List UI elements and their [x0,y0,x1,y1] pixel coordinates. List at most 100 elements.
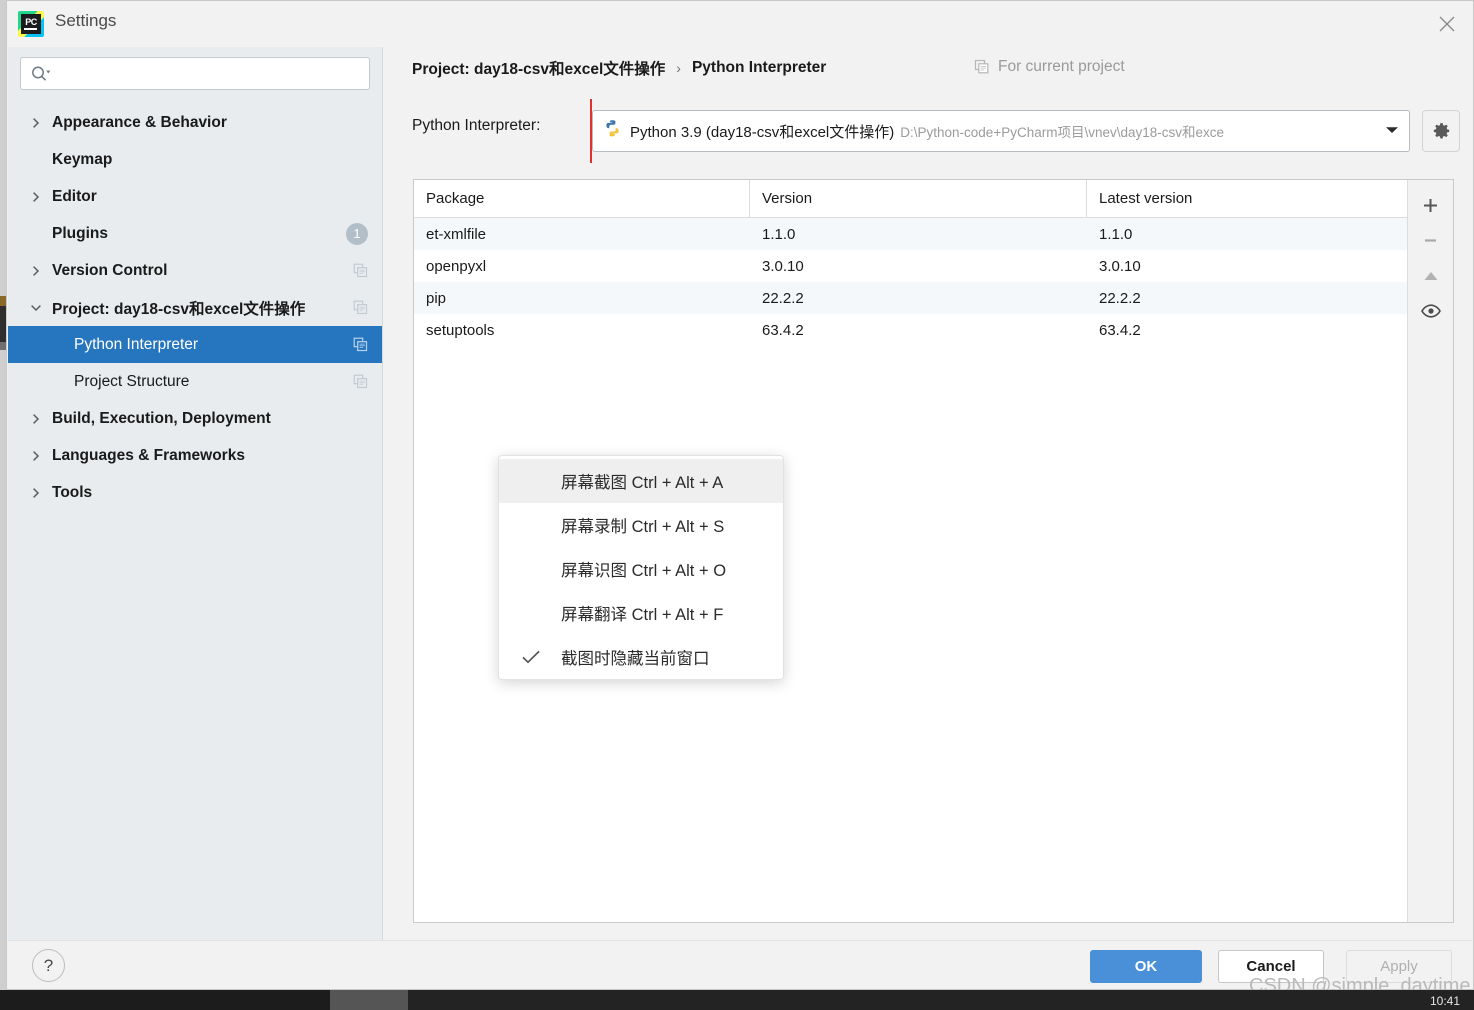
sidebar-item-editor[interactable]: Editor [8,178,382,215]
sidebar-item-label: Languages & Frameworks [52,446,245,464]
copy-icon [353,252,368,289]
column-header-version[interactable]: Version [750,180,1087,217]
remove-package-button[interactable] [1411,223,1451,258]
packages-table-header: Package Version Latest version [414,180,1407,218]
menu-item-label: 屏幕录制 Ctrl + Alt + S [561,518,725,536]
for-current-project-label: For current project [974,58,1125,76]
gear-icon[interactable] [1422,110,1460,152]
cell-latest: 63.4.2 [1099,321,1141,339]
search-box[interactable] [20,57,370,90]
upgrade-package-button[interactable] [1411,258,1451,293]
cancel-button[interactable]: Cancel [1218,950,1324,983]
copy-icon [353,326,368,363]
taskbar-segment-active [330,990,408,1010]
chevron-right-icon[interactable] [30,117,52,129]
sidebar-item-project-day18-csv-excel[interactable]: Project: day18-csv和excel文件操作 [8,289,382,326]
menu-item[interactable]: 屏幕翻译 Ctrl + Alt + F [499,591,783,635]
sidebar-search-wrap [8,47,382,90]
chevron-down-icon [1385,122,1401,140]
menu-item[interactable]: 屏幕识图 Ctrl + Alt + O [499,547,783,591]
table-row[interactable]: openpyxl 3.0.10 3.0.10 [414,250,1407,282]
interpreter-name: Python 3.9 (day18-csv和excel文件操作) [630,123,895,141]
table-row[interactable]: pip 22.2.2 22.2.2 [414,282,1407,314]
screenshot-context-menu: 屏幕截图 Ctrl + Alt + A 屏幕录制 Ctrl + Alt + S 屏幕… [498,455,784,680]
cell-version: 3.0.10 [762,257,804,275]
sidebar-item-appearance-behavior[interactable]: Appearance & Behavior [8,104,382,141]
close-icon[interactable] [1421,1,1473,47]
sidebar-item-label: Keymap [52,150,113,168]
cell-latest: 1.1.0 [1099,225,1133,243]
windows-taskbar: 10:41 [0,990,1474,1010]
sidebar-item-tools[interactable]: Tools [8,474,382,511]
chevron-right-icon[interactable] [30,191,52,203]
sidebar-item-version-control[interactable]: Version Control [8,252,382,289]
cell-latest: 22.2.2 [1099,289,1141,307]
sidebar-item-plugins[interactable]: Plugins 1 [8,215,382,252]
title-bar: PC Settings [7,1,1473,47]
taskbar-segment-left [0,990,330,1010]
column-header-package[interactable]: Package [414,180,750,217]
chevron-right-icon[interactable] [30,487,52,499]
table-row[interactable]: et-xmlfile 1.1.0 1.1.0 [414,218,1407,250]
sidebar-item-keymap[interactable]: Keymap [8,141,382,178]
settings-tree: Appearance & Behavior Keymap Editor Plugins… [8,104,382,511]
search-input[interactable] [61,58,363,89]
apply-button: Apply [1346,950,1452,983]
dialog-footer: ? OK Cancel Apply [8,940,1472,989]
cell-package: pip [426,289,447,307]
sidebar-item-build-execution-deployment[interactable]: Build, Execution, Deployment [8,400,382,437]
chevron-right-icon[interactable] [30,450,52,462]
packages-toolbar [1407,180,1453,922]
interpreter-dropdown[interactable]: Python 3.9 (day18-csv和excel文件操作) D:\Pyth… [592,110,1410,152]
chevron-right-icon[interactable] [30,413,52,425]
sidebar-item-label: Appearance & Behavior [52,113,227,131]
sidebar-item-label: Version Control [52,261,168,279]
add-package-button[interactable] [1411,188,1451,223]
for-current-project-text: For current project [998,58,1125,75]
show-early-releases-button[interactable] [1411,293,1451,328]
interpreter-path: D:\Python-code+PyCharm项目\vnev\day18-csv和… [900,125,1225,140]
menu-item[interactable]: 截图时隐藏当前窗口 [499,635,783,679]
taskbar-clock: 10:41 [1429,994,1460,1008]
sidebar-item-label: Build, Execution, Deployment [52,409,271,427]
cell-version: 22.2.2 [762,289,804,307]
check-icon [521,649,561,665]
sidebar-item-label: Project: day18-csv和excel文件操作 [52,300,306,318]
screen-root: PC Settings Appearance & Behavior Keymap… [0,0,1474,1010]
help-button[interactable]: ? [32,949,65,982]
pycharm-logo-icon: PC [18,11,44,37]
breadcrumb: Project: day18-csv和excel文件操作 › Python In… [412,57,826,79]
window-title: Settings [55,11,117,30]
copy-icon [974,59,990,75]
sidebar-item-project-structure[interactable]: Project Structure [8,363,382,400]
sidebar-item-languages-frameworks[interactable]: Languages & Frameworks [8,437,382,474]
plugins-update-badge: 1 [346,215,368,252]
sidebar-item-python-interpreter[interactable]: Python Interpreter [8,326,382,363]
sidebar-item-label: Tools [52,483,93,501]
column-header-latest-version[interactable]: Latest version [1087,180,1407,217]
cell-version: 63.4.2 [762,321,804,339]
menu-item[interactable]: 屏幕截图 Ctrl + Alt + A [499,459,783,503]
chevron-down-icon[interactable] [30,302,52,314]
ok-button[interactable]: OK [1090,950,1202,983]
breadcrumb-project[interactable]: Project: day18-csv和excel文件操作 [412,57,665,79]
cell-latest: 3.0.10 [1099,257,1141,275]
menu-item-label: 屏幕翻译 Ctrl + Alt + F [561,606,724,624]
interpreter-label: Python Interpreter: [412,117,541,134]
table-row[interactable]: setuptools 63.4.2 63.4.2 [414,314,1407,346]
menu-item[interactable]: 屏幕录制 Ctrl + Alt + S [499,503,783,547]
cell-package: openpyxl [426,257,487,275]
breadcrumb-separator: › [676,60,681,76]
menu-item-label: 截图时隐藏当前窗口 [561,650,710,668]
copy-icon [353,363,368,400]
python-icon [603,119,623,143]
interpreter-row: Python Interpreter: Python 3.9 (day18-cs… [394,99,1474,163]
breadcrumb-page: Python Interpreter [691,59,827,76]
chevron-right-icon[interactable] [30,265,52,277]
cell-version: 1.1.0 [762,225,796,243]
cell-package: setuptools [426,321,495,339]
badge-count: 1 [346,222,368,245]
sidebar-item-label: Python Interpreter [74,335,199,353]
copy-icon [353,289,368,326]
menu-item-label: 屏幕截图 Ctrl + Alt + A [561,474,724,492]
